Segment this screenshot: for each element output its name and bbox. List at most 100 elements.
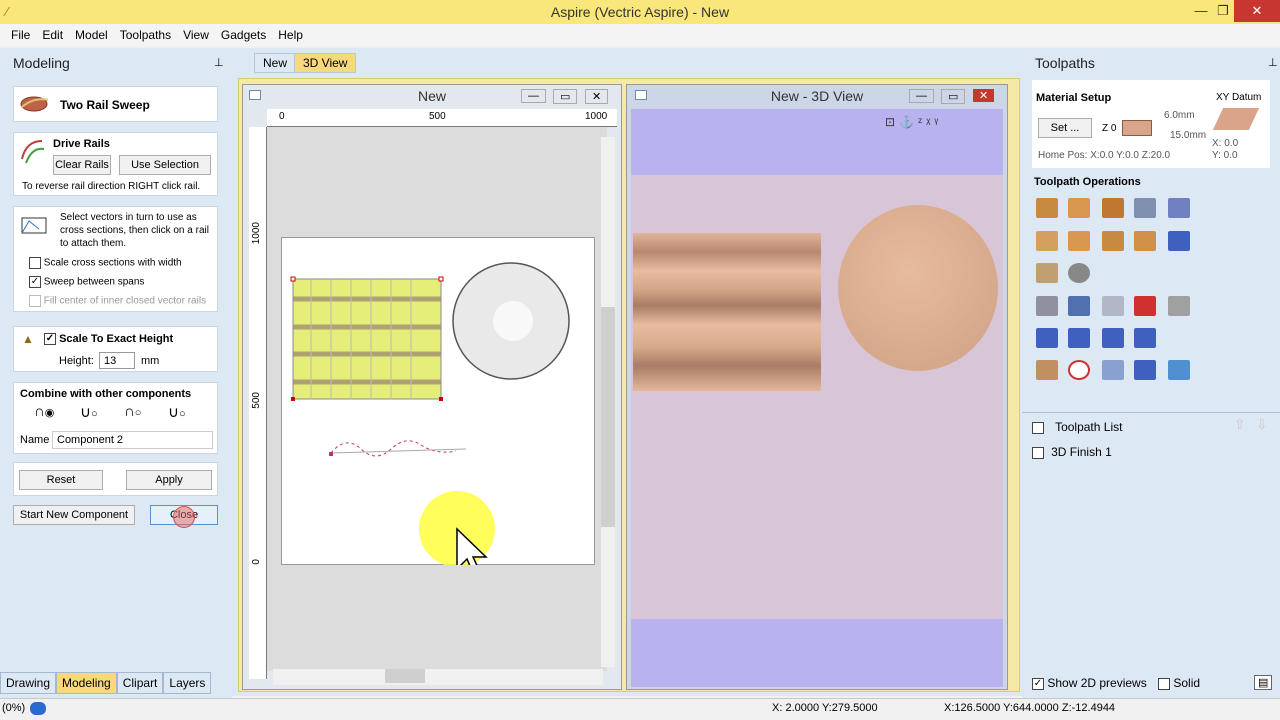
clock-icon[interactable] <box>1068 360 1090 380</box>
hand-icon[interactable] <box>1036 360 1058 380</box>
menu-gadgets[interactable]: Gadgets <box>215 24 272 46</box>
xy-datum-label: XY Datum <box>1216 92 1262 103</box>
nesting-toolpath-icon[interactable] <box>1102 328 1124 348</box>
toolpath-item-checkbox[interactable] <box>1032 447 1044 460</box>
settings-icon[interactable]: ▤ <box>1254 675 1273 690</box>
xy-datum-icon[interactable] <box>1212 108 1260 130</box>
pin-icon[interactable]: ⊥ <box>214 56 224 69</box>
canvas-2d[interactable] <box>267 127 607 671</box>
texture-toolpath-icon[interactable] <box>1134 231 1156 251</box>
drive-rails-box: Drive Rails Clear Rails Use Selection To… <box>13 132 218 196</box>
progress-text: (0%) <box>2 702 26 714</box>
toolpath-item-3d-finish[interactable]: 3D Finish 1 <box>1032 445 1112 460</box>
clear-rails-button[interactable]: Clear Rails <box>53 155 111 175</box>
component-name-input[interactable]: Component 2 <box>52 431 213 449</box>
view-2d-maximize[interactable]: ▭ <box>553 89 578 104</box>
cross-section-icon <box>21 217 47 234</box>
scale-height-checkbox[interactable]: ✓ <box>44 333 56 346</box>
tool-database-icon[interactable] <box>1102 360 1124 380</box>
edit-toolpath-icon[interactable] <box>1068 296 1090 316</box>
combine-subtract-option[interactable]: ∪○ <box>80 403 98 421</box>
preview-toolpath-icon[interactable] <box>1036 296 1058 316</box>
solid-checkbox[interactable] <box>1158 677 1170 690</box>
template-icon[interactable] <box>1036 328 1058 348</box>
solid-option[interactable]: Solid <box>1158 676 1200 690</box>
menu-edit[interactable]: Edit <box>36 24 69 46</box>
vcarve-toolpath-icon[interactable] <box>1036 231 1058 251</box>
warning-icon: ▲ <box>22 332 34 346</box>
start-new-component-button[interactable]: Start New Component <box>13 505 135 525</box>
material-setup-label: Material Setup <box>1036 92 1112 104</box>
toolpath-list-checkbox[interactable] <box>1032 422 1044 435</box>
ruler-h-500: 500 <box>429 111 446 122</box>
view-2d-minimize[interactable]: — <box>521 89 546 103</box>
view-3d-close[interactable]: ✕ <box>973 89 995 102</box>
view-3d-maximize[interactable]: ▭ <box>941 89 966 104</box>
view-3d-minimize[interactable]: — <box>909 89 934 103</box>
doc-tab-3d[interactable]: 3D View <box>294 53 357 73</box>
show-2d-previews[interactable]: ✓ Show 2D previews <box>1032 676 1147 690</box>
v-scrollbar-2d[interactable] <box>601 137 615 667</box>
progress-indicator <box>30 702 46 715</box>
menu-model[interactable]: Model <box>69 24 114 46</box>
doc-tab-new[interactable]: New <box>254 53 297 73</box>
finishing-toolpath-icon[interactable] <box>1068 263 1090 283</box>
save-toolpath-icon[interactable] <box>1134 360 1156 380</box>
fill-center-checkbox[interactable] <box>29 295 41 307</box>
toolpath-ops-title: Toolpath Operations <box>1034 176 1141 188</box>
show-2d-label: Show 2D previews <box>1047 676 1147 690</box>
calculator-icon[interactable] <box>1168 296 1190 316</box>
export-toolpath-icon[interactable] <box>1168 360 1190 380</box>
ruler-v-500: 500 <box>251 392 262 409</box>
menu-toolpaths[interactable]: Toolpaths <box>114 24 177 46</box>
wrap-toolpath-icon[interactable] <box>1134 328 1156 348</box>
apply-button[interactable]: Apply <box>126 470 212 490</box>
tab-drawing[interactable]: Drawing <box>0 672 57 694</box>
cursor-coords-2d: X: 2.0000 Y:279.5000 <box>772 702 878 714</box>
menu-file[interactable]: File <box>5 24 36 46</box>
prism-toolpath-icon[interactable] <box>1102 231 1124 251</box>
combine-low-option[interactable]: ∪○ <box>168 403 186 421</box>
copy-toolpath-icon[interactable] <box>1102 296 1124 316</box>
combine-merge-option[interactable]: ∩○ <box>124 403 141 420</box>
move-up-icon[interactable]: ⇧ <box>1234 416 1246 433</box>
engraving-toolpath-icon[interactable] <box>1134 198 1156 218</box>
pocket-toolpath-icon[interactable] <box>1068 198 1090 218</box>
view-toolbar-3d[interactable]: ⊡⚓ᶻᵡᵞ <box>885 115 942 129</box>
window-title: Aspire (Vectric Aspire) - New <box>550 4 730 20</box>
drilling-toolpath-icon[interactable] <box>1102 198 1124 218</box>
reset-button[interactable]: Reset <box>19 470 103 490</box>
horizontal-ruler: 0 500 1000 <box>267 109 617 127</box>
roughing-toolpath-icon[interactable] <box>1036 263 1058 283</box>
ruler-h-0: 0 <box>279 111 285 122</box>
menu-view[interactable]: View <box>177 24 215 46</box>
show-2d-checkbox[interactable]: ✓ <box>1032 677 1044 690</box>
sweep-spans-checkbox[interactable]: ✓ <box>29 276 41 288</box>
close-window-button[interactable]: ✕ <box>1234 0 1280 22</box>
scale-width-checkbox[interactable] <box>29 257 41 269</box>
merge-toolpath-icon[interactable] <box>1068 328 1090 348</box>
height-input[interactable]: 13 <box>99 352 135 369</box>
moulding-toolpath-icon[interactable] <box>1168 231 1190 251</box>
tool-title: Two Rail Sweep <box>60 98 150 112</box>
combine-add-option[interactable]: ∩◉ <box>34 403 54 420</box>
h-scrollbar-2d[interactable] <box>273 669 603 685</box>
inlay-toolpath-icon[interactable] <box>1168 198 1190 218</box>
toolpaths-pin-icon[interactable]: ⊥ <box>1268 56 1278 69</box>
use-selection-button[interactable]: Use Selection <box>119 155 211 175</box>
set-material-button[interactable]: Set ... <box>1038 118 1092 138</box>
menu-help[interactable]: Help <box>272 24 309 46</box>
z0-label: Z 0 <box>1102 123 1117 134</box>
tab-modeling[interactable]: Modeling <box>56 672 117 694</box>
view-2d-close[interactable]: ✕ <box>585 89 609 104</box>
tab-layers[interactable]: Layers <box>163 672 212 694</box>
fluting-toolpath-icon[interactable] <box>1068 231 1090 251</box>
profile-toolpath-icon[interactable] <box>1036 198 1058 218</box>
height-unit: mm <box>141 355 160 367</box>
tab-clipart[interactable]: Clipart <box>116 672 164 694</box>
move-down-icon[interactable]: ⇩ <box>1256 416 1268 433</box>
vector-drawing <box>290 262 570 565</box>
canvas-3d[interactable]: ⊡⚓ᶻᵡᵞ <box>631 109 1003 687</box>
delete-toolpath-icon[interactable] <box>1134 296 1156 316</box>
bottom-tabs: Drawing Modeling Clipart Layers <box>0 672 212 694</box>
